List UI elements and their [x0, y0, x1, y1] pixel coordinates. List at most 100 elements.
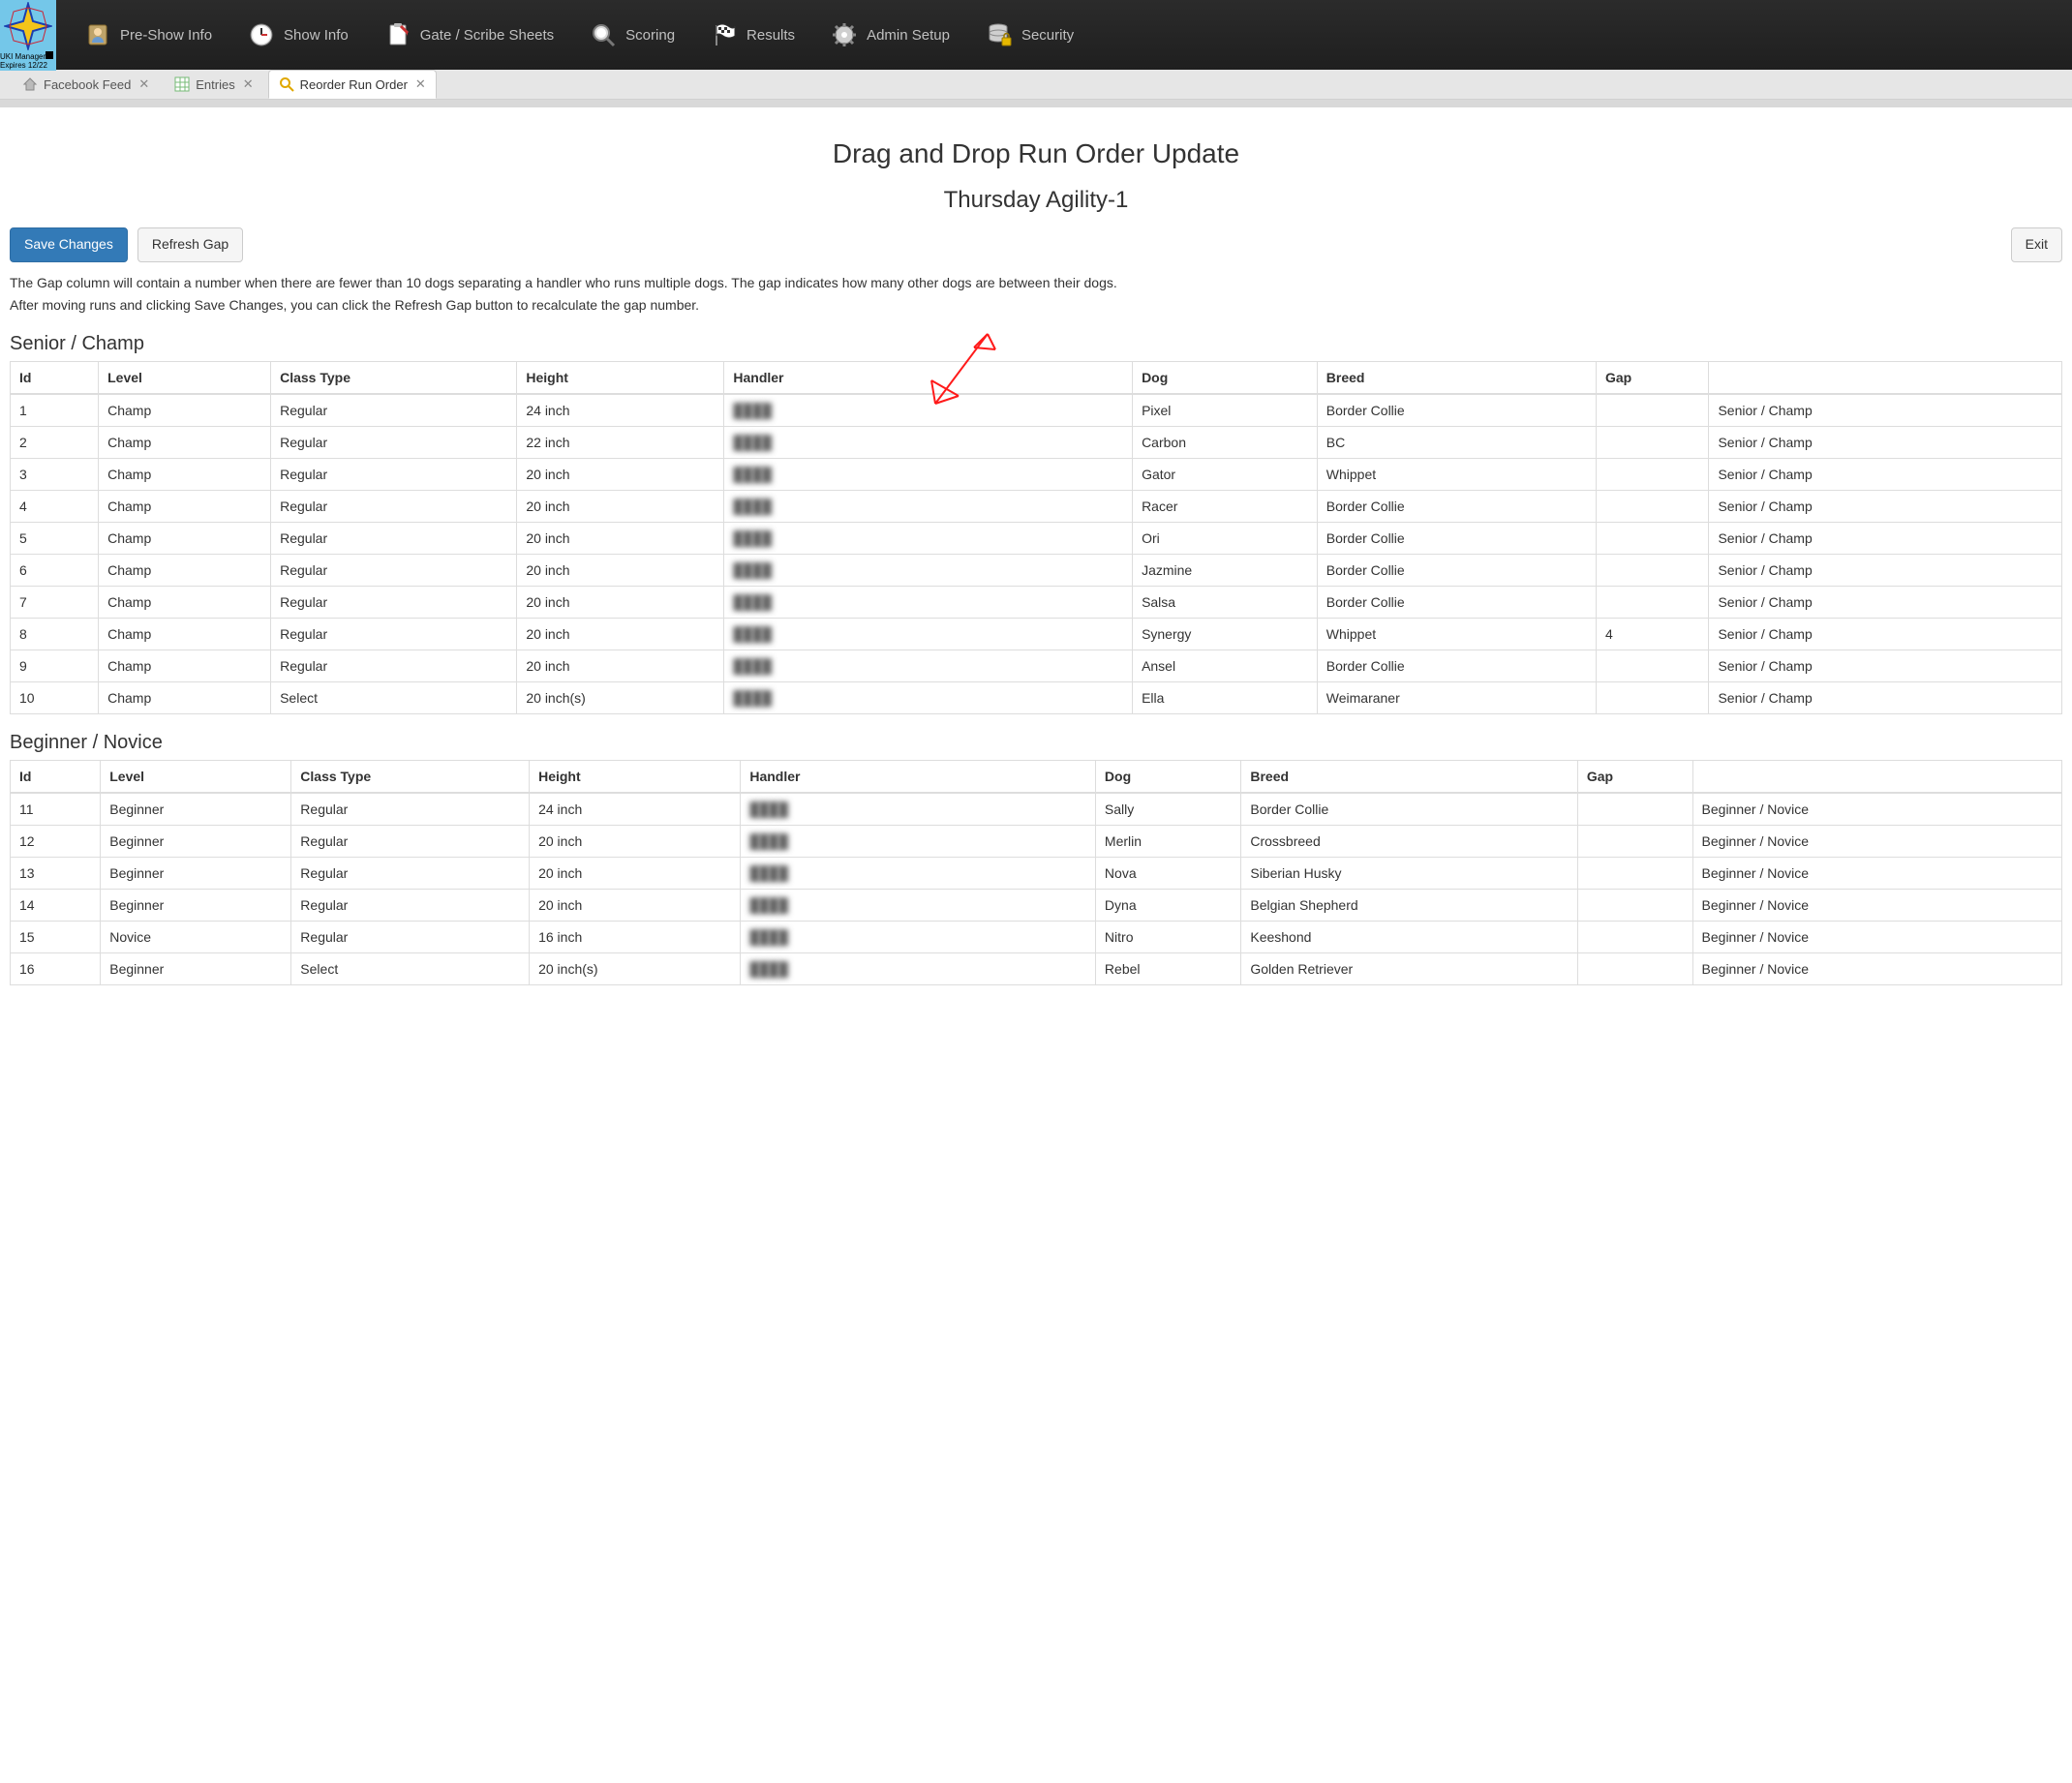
- tab-entries[interactable]: Entries✕: [164, 70, 263, 99]
- cell-breed: Border Collie: [1317, 522, 1596, 554]
- exit-button[interactable]: Exit: [2011, 227, 2062, 262]
- save-button[interactable]: Save Changes: [10, 227, 128, 262]
- refresh-gap-button[interactable]: Refresh Gap: [137, 227, 243, 262]
- col-header[interactable]: Dog: [1133, 361, 1318, 394]
- cell-level: Beginner: [101, 793, 291, 826]
- col-header[interactable]: Level: [101, 760, 291, 793]
- table-row[interactable]: 4ChampRegular20 inch████RacerBorder Coll…: [11, 490, 2062, 522]
- table-row[interactable]: 2ChampRegular22 inch████CarbonBCSenior /…: [11, 426, 2062, 458]
- col-header[interactable]: Height: [530, 760, 741, 793]
- cell-class: Regular: [271, 650, 517, 681]
- cell-level: Champ: [99, 586, 271, 618]
- cell-gap: [1596, 394, 1709, 427]
- cell-handler: ████: [741, 921, 1096, 952]
- col-header[interactable]: [1709, 361, 2062, 394]
- col-header[interactable]: Handler: [741, 760, 1096, 793]
- cell-height: 16 inch: [530, 921, 741, 952]
- nav-item-gate-scribe-sheets[interactable]: Gate / Scribe Sheets: [385, 0, 554, 70]
- cell-handler: ████: [724, 554, 1133, 586]
- cell-group: Beginner / Novice: [1692, 889, 2061, 921]
- page-content: Drag and Drop Run Order Update Thursday …: [0, 107, 2072, 1014]
- app-logo[interactable]: UKI Manager Expires 12/22: [0, 0, 56, 71]
- table-row[interactable]: 10ChampSelect20 inch(s)████EllaWeimarane…: [11, 681, 2062, 713]
- table-row[interactable]: 16BeginnerSelect20 inch(s)████RebelGolde…: [11, 952, 2062, 984]
- col-header[interactable]: Id: [11, 361, 99, 394]
- nav-item-show-info[interactable]: Show Info: [249, 0, 349, 70]
- cell-class: Regular: [271, 586, 517, 618]
- table-row[interactable]: 7ChampRegular20 inch████SalsaBorder Coll…: [11, 586, 2062, 618]
- cell-breed: Golden Retriever: [1241, 952, 1578, 984]
- table-row[interactable]: 1ChampRegular24 inch████PixelBorder Coll…: [11, 394, 2062, 427]
- table-row[interactable]: 3ChampRegular20 inch████GatorWhippetSeni…: [11, 458, 2062, 490]
- cell-gap: [1577, 952, 1692, 984]
- cell-level: Champ: [99, 490, 271, 522]
- col-header[interactable]: Height: [517, 361, 724, 394]
- cell-class: Regular: [271, 394, 517, 427]
- col-header[interactable]: Handler: [724, 361, 1133, 394]
- close-icon[interactable]: ✕: [415, 76, 426, 92]
- nav-item-security[interactable]: Security: [987, 0, 1074, 70]
- cell-dog: Sally: [1095, 793, 1240, 826]
- nav-item-admin-setup[interactable]: Admin Setup: [832, 0, 950, 70]
- col-header[interactable]: Breed: [1317, 361, 1596, 394]
- cell-height: 20 inch: [517, 586, 724, 618]
- cell-height: 20 inch: [517, 618, 724, 650]
- table-row[interactable]: 8ChampRegular20 inch████SynergyWhippet4S…: [11, 618, 2062, 650]
- col-header[interactable]: Breed: [1241, 760, 1578, 793]
- cell-breed: Whippet: [1317, 618, 1596, 650]
- col-header[interactable]: Id: [11, 760, 101, 793]
- table-row[interactable]: 9ChampRegular20 inch████AnselBorder Coll…: [11, 650, 2062, 681]
- nav-item-scoring[interactable]: Scoring: [591, 0, 675, 70]
- cell-dog: Carbon: [1133, 426, 1318, 458]
- cell-class: Select: [291, 952, 530, 984]
- cell-dog: Ansel: [1133, 650, 1318, 681]
- cell-dog: Merlin: [1095, 825, 1240, 857]
- close-icon[interactable]: ✕: [138, 76, 149, 92]
- col-header[interactable]: Class Type: [291, 760, 530, 793]
- nav-item-pre-show-info[interactable]: Pre-Show Info: [85, 0, 212, 70]
- table-row[interactable]: 15NoviceRegular16 inch████NitroKeeshondB…: [11, 921, 2062, 952]
- table-row[interactable]: 12BeginnerRegular20 inch████MerlinCrossb…: [11, 825, 2062, 857]
- col-header[interactable]: [1692, 760, 2061, 793]
- col-header[interactable]: Class Type: [271, 361, 517, 394]
- person-icon: [85, 22, 110, 47]
- tab-facebook-feed[interactable]: Facebook Feed✕: [12, 70, 160, 99]
- col-header[interactable]: Gap: [1596, 361, 1709, 394]
- table-row[interactable]: 5ChampRegular20 inch████OriBorder Collie…: [11, 522, 2062, 554]
- cell-level: Champ: [99, 681, 271, 713]
- nav-label: Admin Setup: [867, 27, 950, 44]
- cell-breed: Border Collie: [1317, 394, 1596, 427]
- nav-item-results[interactable]: Results: [712, 0, 795, 70]
- cell-group: Beginner / Novice: [1692, 921, 2061, 952]
- cell-id: 15: [11, 921, 101, 952]
- table-row[interactable]: 11BeginnerRegular24 inch████SallyBorder …: [11, 793, 2062, 826]
- table-row[interactable]: 14BeginnerRegular20 inch████DynaBelgian …: [11, 889, 2062, 921]
- col-header[interactable]: Level: [99, 361, 271, 394]
- cell-handler: ████: [724, 394, 1133, 427]
- table-row[interactable]: 6ChampRegular20 inch████JazmineBorder Co…: [11, 554, 2062, 586]
- cell-id: 1: [11, 394, 99, 427]
- cell-level: Novice: [101, 921, 291, 952]
- section-title: Senior / Champ: [10, 333, 2062, 355]
- cell-breed: Siberian Husky: [1241, 857, 1578, 889]
- help-text-line2: After moving runs and clicking Save Chan…: [10, 296, 2062, 316]
- cell-height: 22 inch: [517, 426, 724, 458]
- tab-reorder-run-order[interactable]: Reorder Run Order✕: [268, 70, 437, 99]
- col-header[interactable]: Gap: [1577, 760, 1692, 793]
- col-header[interactable]: Dog: [1095, 760, 1240, 793]
- cell-height: 20 inch: [517, 554, 724, 586]
- cell-dog: Jazmine: [1133, 554, 1318, 586]
- clipboard-icon: [385, 22, 411, 47]
- cell-handler: ████: [741, 889, 1096, 921]
- cell-id: 10: [11, 681, 99, 713]
- cell-handler: ████: [724, 522, 1133, 554]
- cell-handler: ████: [741, 793, 1096, 826]
- cell-handler: ████: [724, 586, 1133, 618]
- cell-level: Champ: [99, 522, 271, 554]
- cell-height: 20 inch: [517, 650, 724, 681]
- cell-group: Senior / Champ: [1709, 650, 2062, 681]
- cell-id: 12: [11, 825, 101, 857]
- table-row[interactable]: 13BeginnerRegular20 inch████NovaSiberian…: [11, 857, 2062, 889]
- close-icon[interactable]: ✕: [243, 76, 254, 92]
- action-button-row: Save Changes Refresh Gap Exit: [10, 227, 2062, 262]
